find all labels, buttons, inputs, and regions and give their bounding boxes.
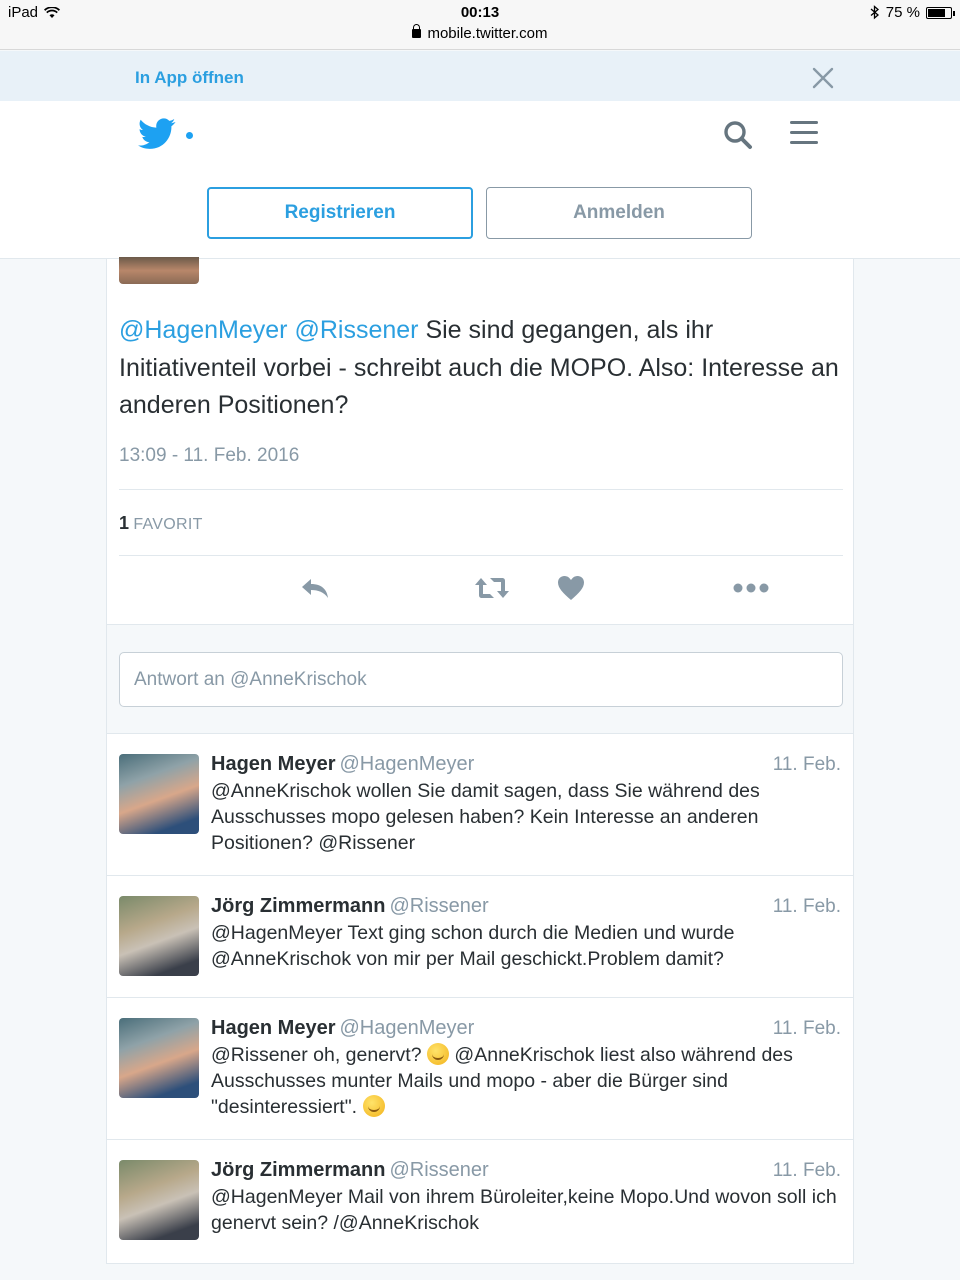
user-name[interactable]: Jörg Zimmermann @Rissener [211,895,489,918]
reply-text: @HagenMeyer Text ging schon durch die Me… [211,922,735,970]
user-name[interactable]: Hagen Meyer @HagenMeyer [211,753,474,776]
reply-item[interactable]: Jörg Zimmermann @Rissener 11. Feb. @Hagen… [107,876,853,998]
reply-item[interactable]: Jörg Zimmermann @Rissener 11. Feb. @Hagen… [107,1140,853,1264]
favorites-label: FAVORIT [133,516,203,533]
wink-emoji-icon [427,1043,449,1065]
laughing-emoji-icon [362,1095,385,1117]
status-bar: iPad 00:13 mobile.twitter.com 75 % [0,0,960,50]
avatar[interactable] [119,1160,199,1240]
user-handle: @Rissener [389,1159,489,1181]
more-icon[interactable] [731,571,771,605]
url-text: mobile.twitter.com [427,25,548,42]
app-banner: In App öffnen [0,51,960,101]
close-icon[interactable] [812,67,834,89]
open-in-app-link[interactable]: In App öffnen [135,68,244,88]
url-bar[interactable]: mobile.twitter.com [0,24,960,42]
site-header: Registrieren Anmelden [0,101,960,259]
register-button[interactable]: Registrieren [207,187,473,239]
login-button[interactable]: Anmelden [486,187,752,239]
main-tweet: @HagenMeyer @Rissener Sie sind gegangen,… [107,257,855,624]
divider [119,489,843,490]
reply-item[interactable]: Hagen Meyer @HagenMeyer 11. Feb. @AnneKri… [107,734,853,876]
reply-date: 11. Feb. [772,754,841,775]
lock-icon [412,24,422,38]
tweet-text: @HagenMeyer @Rissener Sie sind gegangen,… [119,312,839,425]
favorites-count[interactable]: 1 FAVORIT [119,513,203,534]
avatar[interactable] [119,896,199,976]
battery-percent: 75 % [885,4,920,21]
reply-icon[interactable] [295,571,335,605]
reply-date: 11. Feb. [772,896,841,917]
retweet-icon[interactable] [472,571,512,605]
reply-date: 11. Feb. [772,1018,841,1039]
reply-text: @AnneKrischok wollen Sie damit sagen, da… [211,780,760,854]
reply-composer: Antwort an @AnneKrischok [107,624,853,734]
notification-dot [186,132,193,139]
hamburger-menu-icon[interactable] [790,121,818,149]
status-right: 75 % [870,4,955,21]
user-handle: @Rissener [389,895,489,917]
bluetooth-icon [870,5,879,20]
reply-item[interactable]: Hagen Meyer @HagenMeyer 11. Feb. @Rissene… [107,998,853,1140]
favorites-number: 1 [119,513,130,533]
user-name[interactable]: Jörg Zimmermann @Rissener [211,1159,489,1182]
tweet-actions [107,571,855,611]
reply-date: 11. Feb. [772,1160,841,1181]
reply-input[interactable]: Antwort an @AnneKrischok [119,652,843,707]
avatar[interactable] [119,1018,199,1098]
avatar[interactable] [119,754,199,834]
reply-text: @HagenMeyer Mail von ihrem Büroleiter,ke… [211,1186,837,1234]
clock: 00:13 [460,4,500,21]
tweet-timestamp[interactable]: 13:09 - 11. Feb. 2016 [119,445,299,467]
mention-link[interactable]: @Rissener [294,316,418,344]
battery-fill [928,8,945,17]
battery-icon [926,6,955,19]
user-handle: @HagenMeyer [339,753,475,775]
heart-icon[interactable] [551,571,591,605]
search-icon[interactable] [722,119,754,151]
author-avatar[interactable] [119,257,199,284]
mention-link[interactable]: @HagenMeyer [119,316,288,344]
twitter-bird-icon[interactable] [138,118,176,150]
user-handle: @HagenMeyer [339,1017,475,1039]
tweet-card: @HagenMeyer @Rissener Sie sind gegangen,… [106,257,855,1264]
user-name[interactable]: Hagen Meyer @HagenMeyer [211,1017,474,1040]
divider [119,555,843,556]
reply-text: @Rissener oh, genervt? @AnneKrischok lie… [211,1043,793,1118]
